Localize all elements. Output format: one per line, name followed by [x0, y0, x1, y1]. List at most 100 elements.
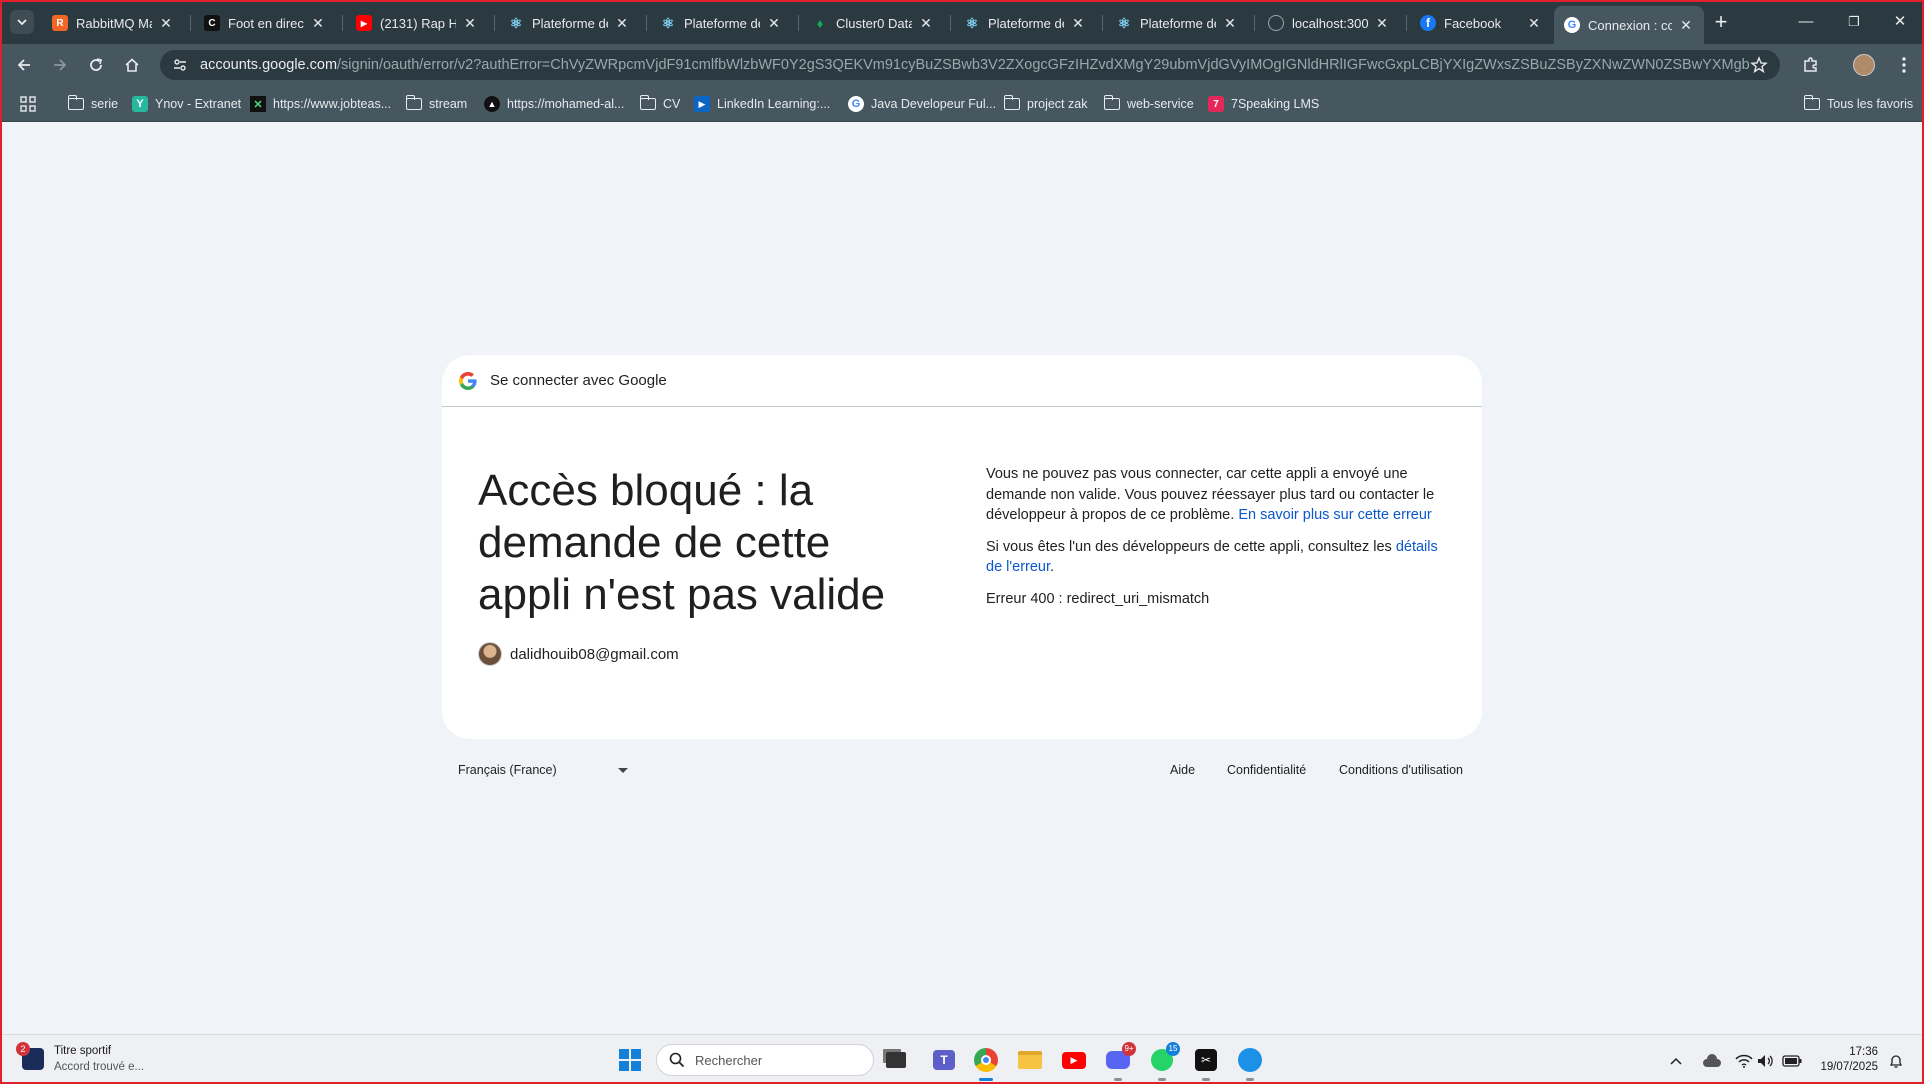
volume-tray[interactable]	[1756, 1051, 1776, 1071]
ynov-icon: Y	[132, 96, 148, 112]
tab-youtube[interactable]: ▶ (2131) Rap Heu ✕	[346, 8, 488, 38]
tab-search-button[interactable]	[10, 10, 34, 34]
restore-button[interactable]: ❐	[1832, 8, 1876, 36]
close-tab-icon[interactable]: ✕	[1070, 15, 1086, 32]
profile-button[interactable]	[1850, 51, 1878, 79]
speaker-icon	[1758, 1055, 1773, 1067]
back-button[interactable]	[10, 51, 38, 79]
tab-rabbitmq[interactable]: R RabbitMQ Man ✕	[42, 8, 184, 38]
bookmark-project-zak[interactable]: project zak	[1003, 95, 1087, 113]
close-tab-icon[interactable]: ✕	[1222, 15, 1238, 32]
bookmark-star-icon[interactable]	[1750, 56, 1768, 79]
error-paragraph-2: Si vous êtes l'un des développeurs de ce…	[986, 538, 1438, 576]
extensions-button[interactable]	[1797, 51, 1825, 79]
site-settings-icon[interactable]	[172, 57, 188, 73]
bell-icon	[1889, 1055, 1903, 1068]
close-tab-icon[interactable]: ✕	[158, 15, 174, 32]
facebook-icon: f	[1420, 15, 1436, 31]
tab-plateforme-2[interactable]: ⚛ Plateforme de ✕	[650, 8, 792, 38]
tab-connexion-google[interactable]: G Connexion : co ✕	[1554, 6, 1704, 44]
terms-link[interactable]: Conditions d'utilisation	[1339, 763, 1463, 777]
tab-plateforme-1[interactable]: ⚛ Plateforme de ✕	[498, 8, 640, 38]
tab-cluster0[interactable]: ♦ Cluster0 Data | ✕	[802, 8, 944, 38]
notifications-tray[interactable]	[1886, 1051, 1906, 1071]
google-icon: G	[1564, 17, 1580, 33]
close-tab-icon[interactable]: ✕	[1526, 15, 1542, 32]
whatsapp-button[interactable]: 15	[1146, 1042, 1180, 1081]
caret-down-icon	[618, 767, 628, 773]
tab-plateforme-3[interactable]: ⚛ Plateforme de ✕	[954, 8, 1096, 38]
home-button[interactable]	[118, 51, 146, 79]
new-tab-button[interactable]: +	[1708, 10, 1734, 36]
folder-icon	[1018, 1051, 1042, 1069]
tab-separator	[950, 15, 951, 31]
close-tab-icon[interactable]: ✕	[614, 15, 630, 32]
home-icon	[125, 58, 139, 72]
football-icon: C	[204, 15, 220, 31]
bookmark-stream[interactable]: stream	[405, 95, 467, 113]
tab-separator	[190, 15, 191, 31]
wifi-tray[interactable]	[1734, 1051, 1754, 1071]
bookmark-cv[interactable]: CV	[639, 95, 680, 113]
react-icon: ⚛	[965, 14, 979, 31]
tab-foot[interactable]: C Foot en direct, ✕	[194, 8, 336, 38]
close-tab-icon[interactable]: ✕	[1374, 15, 1390, 32]
tab-localhost[interactable]: localhost:3003/ ✕	[1258, 8, 1400, 38]
youtube-button[interactable]: ▶	[1058, 1044, 1090, 1076]
battery-tray[interactable]	[1782, 1051, 1802, 1071]
bookmark-web-service[interactable]: web-service	[1103, 95, 1194, 113]
apps-button[interactable]	[20, 95, 36, 113]
chevron-up-icon	[1670, 1057, 1682, 1065]
start-button[interactable]	[614, 1044, 646, 1076]
reload-button[interactable]	[82, 51, 110, 79]
taskbar-search[interactable]: Rechercher	[656, 1044, 874, 1076]
teams-button[interactable]: T	[928, 1044, 960, 1076]
tab-facebook[interactable]: f Facebook ✕	[1410, 8, 1552, 38]
task-view-button[interactable]	[880, 1044, 912, 1076]
privacy-link[interactable]: Confidentialité	[1227, 763, 1306, 777]
url-text[interactable]: accounts.google.com/signin/oauth/error/v…	[200, 57, 1750, 73]
tab-strip: R RabbitMQ Man ✕ C Foot en direct, ✕ ▶ (…	[0, 0, 1924, 44]
close-tab-icon[interactable]: ✕	[1678, 17, 1694, 34]
bookmark-7speaking[interactable]: 7 7Speaking LMS	[1208, 95, 1319, 113]
news-widget[interactable]: 2 Titre sportif Accord trouvé e...	[16, 1042, 145, 1075]
menu-button[interactable]	[1890, 51, 1918, 79]
minimize-button[interactable]: —	[1784, 8, 1828, 36]
error-paragraph-1: Vous ne pouvez pas vous connecter, car c…	[986, 466, 1435, 523]
browser-toolbar: accounts.google.com/signin/oauth/error/v…	[0, 44, 1924, 86]
docker-button[interactable]	[1234, 1044, 1266, 1081]
discord-button[interactable]: 9+	[1102, 1042, 1136, 1081]
bookmark-ynov[interactable]: Y Ynov - Extranet	[132, 95, 241, 113]
address-bar[interactable]: accounts.google.com/signin/oauth/error/v…	[160, 50, 1780, 80]
onedrive-tray[interactable]	[1702, 1051, 1722, 1071]
all-bookmarks[interactable]: Tous les favoris	[1803, 95, 1913, 113]
widget-subtitle: Accord trouvé e...	[54, 1061, 145, 1073]
rabbitmq-icon: R	[52, 15, 68, 31]
tab-separator	[1254, 15, 1255, 31]
capcut-button[interactable]: ✂	[1190, 1044, 1222, 1081]
close-window-button[interactable]: ✕	[1878, 8, 1922, 36]
tab-separator	[1406, 15, 1407, 31]
folder-icon	[1103, 95, 1120, 112]
7speaking-icon: 7	[1208, 96, 1224, 112]
help-link[interactable]: Aide	[1170, 763, 1195, 777]
close-tab-icon[interactable]: ✕	[462, 15, 478, 32]
bookmark-mohamed[interactable]: ▲ https://mohamed-al...	[484, 95, 624, 113]
google-logo-icon	[459, 371, 477, 390]
file-explorer-button[interactable]	[1014, 1044, 1046, 1076]
forward-button[interactable]	[46, 51, 74, 79]
account-email: dalidhouib08@gmail.com	[510, 645, 679, 663]
close-tab-icon[interactable]: ✕	[766, 15, 782, 32]
close-tab-icon[interactable]: ✕	[918, 15, 934, 32]
system-clock[interactable]: 17:36 19/07/2025	[1810, 1045, 1878, 1075]
bookmark-linkedin-learning[interactable]: ▶ LinkedIn Learning:...	[694, 95, 830, 113]
language-selector[interactable]: Français (France)	[458, 763, 628, 777]
show-hidden-icons-button[interactable]	[1666, 1051, 1686, 1071]
close-tab-icon[interactable]: ✕	[310, 15, 326, 32]
bookmark-jobteaser[interactable]: ✕ https://www.jobteas...	[250, 95, 391, 113]
learn-more-link[interactable]: En savoir plus sur cette erreur	[1238, 507, 1431, 523]
bookmark-java-dev[interactable]: G Java Developeur Ful...	[848, 95, 996, 113]
bookmark-serie[interactable]: serie	[67, 95, 118, 113]
tab-plateforme-4[interactable]: ⚛ Plateforme de ✕	[1106, 8, 1248, 38]
chrome-button[interactable]	[970, 1044, 1002, 1081]
